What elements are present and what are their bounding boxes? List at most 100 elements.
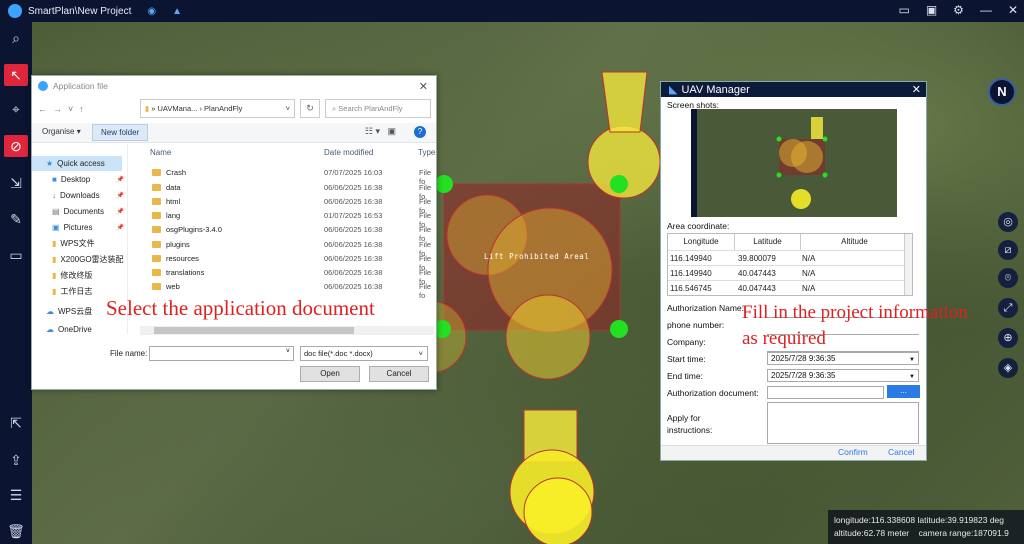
chevron-down-icon: ˅	[285, 348, 290, 355]
vertical-scrollbar[interactable]	[904, 234, 912, 295]
filename-input[interactable]: ˅	[149, 346, 294, 361]
file-row[interactable]: html 06/06/2025 16:38 File fo	[146, 195, 436, 215]
chevron-down-icon[interactable]: ˅	[286, 100, 290, 117]
title-bar: SmartPlan\New Project ◉ ▲ ▭ ▣ ⚙ — ✕	[0, 0, 1024, 22]
signal-icon[interactable]: ◉	[147, 6, 156, 17]
dialog-close-icon[interactable]: ✕	[419, 80, 428, 93]
up-icon[interactable]: ↑	[79, 104, 84, 114]
refresh-icon[interactable]: ↻	[300, 99, 320, 118]
pin-tool-icon[interactable]: ⌾	[998, 268, 1018, 288]
close-icon[interactable]: ✕	[1008, 3, 1018, 17]
dialog-title: Application file	[53, 81, 108, 91]
zone-label: Lift Prohibited Areal	[484, 252, 590, 261]
file-row[interactable]: resources 06/06/2025 16:38 File fo	[146, 252, 436, 272]
globe-icon[interactable]: ⊕	[998, 328, 1018, 348]
apply-label-2: instructions:	[667, 425, 713, 435]
file-row[interactable]: osgPlugins-3.4.0 06/06/2025 16:38 File fo	[146, 223, 436, 243]
start-time-picker[interactable]: 2025/7/28 9:36:35 ▼	[767, 352, 919, 365]
save-icon[interactable]: ▣	[926, 3, 937, 17]
nav-item-desktop[interactable]: ■ Desktop 📌	[38, 172, 128, 187]
end-time-picker[interactable]: 2025/7/28 9:36:35 ▼	[767, 369, 919, 382]
forward-icon[interactable]: →	[53, 104, 62, 114]
scrollbar-thumb[interactable]	[154, 327, 354, 334]
nav-item-downloads[interactable]: ↓ Downloads 📌	[38, 188, 128, 203]
new-folder-button[interactable]: New folder	[92, 124, 149, 141]
nav-item-folder[interactable]: ▮ WPS文件	[38, 236, 128, 251]
uav-logo-icon: ◣	[669, 84, 678, 96]
phone-label: phone number:	[667, 320, 725, 330]
trash-icon[interactable]: 🗑	[4, 520, 28, 542]
search-input[interactable]: ⌕ Search PlanAndFly	[325, 99, 431, 118]
view-icon[interactable]: ☷ ▾ ▣	[365, 126, 396, 137]
draw-tool-icon[interactable]: ⧄	[998, 240, 1018, 260]
horizontal-scrollbar[interactable]	[140, 326, 434, 335]
upload-icon[interactable]: ⇪	[4, 449, 28, 471]
compass-icon[interactable]: N	[988, 78, 1016, 106]
folder-icon	[152, 283, 161, 290]
column-header-date[interactable]: Date modified	[324, 148, 373, 157]
nav-item-quick-access[interactable]: ★ Quick access	[32, 156, 122, 171]
fullscreen-icon[interactable]: ⤢	[998, 298, 1018, 318]
settings-icon[interactable]: ⚙	[953, 3, 964, 17]
confirm-button[interactable]: Confirm	[838, 447, 868, 457]
organise-menu[interactable]: Organise ▾	[42, 127, 81, 136]
folder-icon	[152, 241, 161, 248]
import-icon[interactable]: ⇲	[4, 172, 28, 194]
uav-cancel-button[interactable]: Cancel	[888, 447, 914, 457]
vertex-marker	[610, 320, 628, 338]
nav-item-onedrive[interactable]: ☁ OneDrive	[38, 322, 128, 337]
nav-item-folder[interactable]: ▮ 修改终版	[38, 268, 128, 283]
nav-item-documents[interactable]: ▤ Documents 📌	[38, 204, 128, 219]
help-icon[interactable]: ?	[414, 126, 426, 138]
breadcrumb[interactable]: ▮ » UAVMana... › PlanAndFly ˅	[140, 99, 295, 118]
no-fly-tool-icon[interactable]: ⊘	[4, 135, 28, 157]
folder-icon	[152, 184, 161, 191]
camera-range-readout: camera range:187091.9	[918, 528, 1009, 538]
cancel-button[interactable]: Cancel	[369, 366, 429, 382]
export-icon[interactable]: ⇱	[4, 412, 28, 434]
table-row[interactable]: 116.546745 40.047443 N/A	[668, 280, 908, 295]
table-row[interactable]: 116.149940 39.800079 N/A	[668, 250, 908, 265]
uav-close-icon[interactable]: ✕	[912, 83, 921, 96]
restore-icon[interactable]: ▭	[898, 3, 909, 17]
auth-document-input[interactable]	[767, 386, 884, 399]
search-tool-icon[interactable]: ⌕	[4, 27, 28, 49]
file-row[interactable]: web 06/06/2025 16:38 File fo	[146, 280, 436, 300]
table-row[interactable]: 116.149940 40.047443 N/A	[668, 265, 908, 280]
filetype-select[interactable]: doc file(*.doc *.docx) ˅	[300, 346, 428, 361]
breadcrumb-item[interactable]: UAVMana...	[157, 104, 197, 113]
file-row[interactable]: plugins 06/06/2025 16:38 File fo	[146, 238, 436, 258]
folder-icon	[152, 269, 161, 276]
end-time-label: End time:	[667, 371, 703, 381]
minimize-icon[interactable]: —	[980, 3, 992, 17]
chevron-down-icon: ˅	[418, 349, 423, 358]
route-tool-icon[interactable]: ⌖	[4, 98, 28, 120]
column-header-type[interactable]: Type	[418, 148, 435, 157]
cloud-icon[interactable]: ▲	[172, 6, 182, 17]
browse-button[interactable]: ...	[887, 385, 920, 398]
file-row[interactable]: Crash 07/07/2025 16:03 File fo	[146, 166, 436, 186]
column-header-altitude: Altitude	[800, 234, 908, 250]
area-screenshot	[691, 109, 897, 217]
edit-tool-icon[interactable]: ✎	[4, 208, 28, 230]
back-icon[interactable]: ←	[38, 104, 47, 114]
breadcrumb-item[interactable]: PlanAndFly	[204, 104, 242, 113]
file-row[interactable]: translations 06/06/2025 16:38 File fo	[146, 266, 436, 286]
column-header-name[interactable]: Name	[150, 148, 171, 157]
dialog-toolbar: Organise ▾ New folder ☷ ▾ ▣ ?	[32, 123, 436, 143]
folder-icon	[152, 226, 161, 233]
instructions-textarea[interactable]	[767, 402, 919, 444]
layers-tool-icon[interactable]: ▭	[4, 244, 28, 266]
list-icon[interactable]: ☰	[4, 484, 28, 506]
layers-icon[interactable]: ◈	[998, 358, 1018, 378]
nav-item-folder[interactable]: ▮ X200GO雷达装配	[38, 252, 128, 267]
robot-tool-icon[interactable]: ◎	[998, 212, 1018, 232]
chevron-down-icon: ▼	[909, 374, 915, 380]
file-row[interactable]: lang 01/07/2025 16:53 File fo	[146, 209, 436, 229]
recent-icon[interactable]: ˅	[68, 104, 73, 114]
altitude-readout: altitude:62.78 meter	[834, 528, 910, 538]
file-row[interactable]: data 06/06/2025 16:38 File fo	[146, 181, 436, 201]
select-tool-icon[interactable]: ↖	[4, 64, 28, 86]
open-button[interactable]: Open	[300, 366, 360, 382]
nav-item-pictures[interactable]: ▣ Pictures 📌	[38, 220, 128, 235]
